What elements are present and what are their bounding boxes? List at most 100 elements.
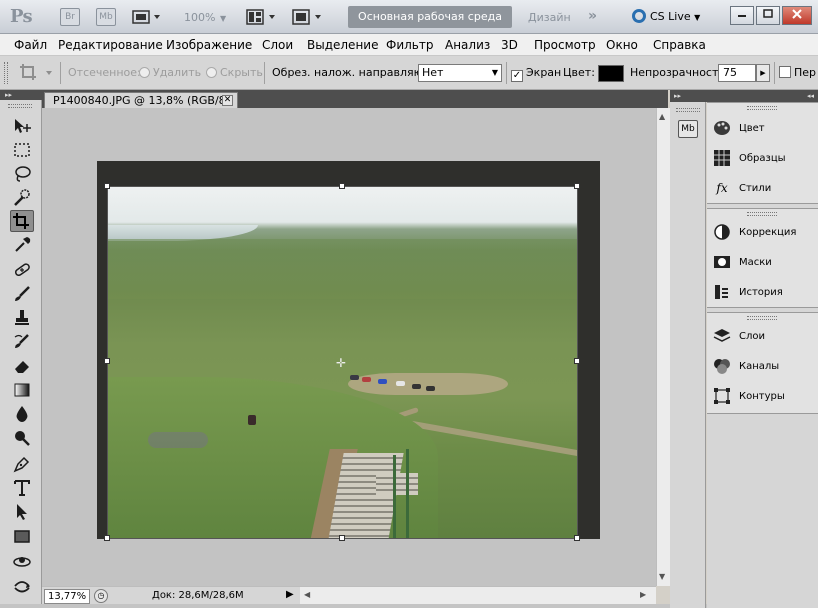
menu-3d[interactable]: 3D (501, 38, 518, 52)
horizontal-scrollbar[interactable]: ◀ ▶ (300, 586, 656, 604)
lasso-tool[interactable] (10, 164, 34, 186)
panel-masks-button[interactable]: Маски (713, 251, 817, 275)
options-bar-grip[interactable] (4, 62, 8, 84)
zoom-level[interactable]: 100% (184, 11, 215, 24)
type-tool[interactable] (10, 478, 34, 500)
scroll-down-icon[interactable]: ▼ (659, 572, 665, 581)
mini-bridge-panel-button[interactable]: Mb (678, 120, 698, 138)
photo-railing (393, 455, 396, 538)
zoom-dropdown-icon[interactable]: ▼ (220, 14, 226, 23)
crop-handle-top[interactable] (339, 183, 345, 189)
hide-radio[interactable]: Скрыть (206, 66, 263, 79)
opacity-slider-button[interactable]: ▶ (756, 64, 770, 82)
panel-group-grip[interactable] (747, 212, 777, 216)
launch-bridge-button[interactable]: Br (60, 8, 80, 26)
shape-tool[interactable] (10, 526, 34, 548)
close-window-button[interactable] (782, 6, 812, 25)
overlay-select[interactable]: Нет ▼ (418, 64, 502, 82)
menu-window[interactable]: Окно (606, 38, 638, 52)
tool-preset-picker[interactable] (18, 62, 58, 87)
menu-select[interactable]: Выделение (307, 38, 378, 52)
maximize-button[interactable] (756, 6, 780, 25)
pen-tool[interactable] (10, 454, 34, 476)
menu-image[interactable]: Изображение (166, 38, 252, 52)
history-brush-tool[interactable] (10, 332, 34, 354)
document-tab[interactable]: P1400840.JPG @ 13,8% (RGB/8) ✕ (44, 92, 238, 108)
3d-orbit-tool[interactable] (10, 576, 34, 598)
crop-handle-left[interactable] (104, 358, 110, 364)
crop-handle-bottom-left[interactable] (104, 535, 110, 541)
collapse-dock-icon[interactable]: ▸▸ (674, 90, 681, 102)
panel-channels-button[interactable]: Каналы (713, 355, 817, 379)
scroll-right-icon[interactable]: ▶ (640, 590, 646, 599)
eraser-tool[interactable] (10, 356, 34, 378)
status-menu-arrow-icon[interactable]: ▶ (286, 589, 294, 600)
panel-adjustments-button[interactable]: Коррекция (713, 221, 817, 245)
launch-mini-bridge-button[interactable]: Mb (96, 8, 116, 26)
panel-dock-header[interactable]: ▸▸ ◂◂ (670, 90, 818, 102)
healing-brush-tool[interactable] (10, 260, 34, 282)
gradient-tool[interactable] (10, 380, 34, 402)
expand-dock-icon[interactable]: ◂◂ (807, 90, 814, 102)
crop-handle-bottom-right[interactable] (574, 535, 580, 541)
crop-tool[interactable] (10, 210, 34, 232)
crop-handle-top-right[interactable] (574, 183, 580, 189)
shield-checkbox[interactable]: ✓ Экран (511, 66, 561, 82)
panel-swatches-button[interactable]: Образцы (713, 147, 817, 171)
status-zoom-input[interactable]: 13,77% (44, 589, 90, 604)
photo-people (248, 415, 256, 425)
menu-analysis[interactable]: Анализ (445, 38, 490, 52)
quick-selection-tool[interactable] (10, 188, 34, 210)
eyedropper-tool[interactable] (10, 234, 34, 256)
workspace-essentials-button[interactable]: Основная рабочая среда (348, 6, 512, 28)
3d-rotate-tool[interactable] (10, 552, 34, 574)
crop-handle-top-left[interactable] (104, 183, 110, 189)
perspective-checkbox[interactable]: Пер (779, 66, 816, 79)
blur-tool[interactable] (10, 404, 34, 426)
opacity-input[interactable]: 75 (718, 64, 756, 82)
panel-layers-button[interactable]: Слои (713, 325, 817, 349)
menu-view[interactable]: Просмотр (534, 38, 596, 52)
history-icon (713, 283, 731, 301)
panel-history-button[interactable]: История (713, 281, 817, 305)
adjustments-icon (713, 223, 731, 241)
clone-stamp-tool[interactable] (10, 308, 34, 330)
view-extras-button[interactable] (132, 9, 162, 25)
panel-paths-button[interactable]: Контуры (713, 385, 817, 409)
delete-radio[interactable]: Удалить (139, 66, 201, 79)
tools-panel-header[interactable]: ▸▸ (0, 90, 42, 100)
tools-panel-grip[interactable] (8, 104, 32, 108)
menu-file[interactable]: Файл (14, 38, 47, 52)
scroll-left-icon[interactable]: ◀ (304, 590, 310, 599)
screen-mode-button[interactable] (292, 9, 326, 25)
scroll-up-icon[interactable]: ▲ (659, 112, 665, 121)
close-document-button[interactable]: ✕ (222, 95, 233, 106)
panel-group-grip[interactable] (747, 106, 777, 110)
arrange-documents-button[interactable] (246, 9, 280, 25)
vertical-scrollbar[interactable]: ▲ ▼ (656, 108, 670, 586)
marquee-tool[interactable] (10, 140, 34, 162)
menu-help[interactable]: Справка (653, 38, 706, 52)
shielded-label: Отсеченное: (68, 66, 141, 79)
dock-grip[interactable] (676, 108, 700, 112)
application-bar: Ps Br Mb 100% ▼ Основная рабочая среда Д… (0, 0, 818, 34)
crop-handle-bottom[interactable] (339, 535, 345, 541)
workspace-design-button[interactable]: Дизайн (528, 11, 571, 24)
workspace-more-button[interactable]: » (588, 8, 597, 24)
panel-color-button[interactable]: Цвет (713, 117, 817, 141)
crop-center-icon[interactable]: ✛ (336, 356, 346, 370)
menu-filter[interactable]: Фильтр (386, 38, 433, 52)
cs-live-button[interactable]: CS Live ▼ (632, 9, 700, 23)
panel-styles-button[interactable]: fx Стили (713, 177, 817, 201)
panel-group-grip[interactable] (747, 316, 777, 320)
brush-tool[interactable] (10, 284, 34, 306)
shield-color-swatch[interactable] (598, 65, 624, 82)
path-selection-tool[interactable] (10, 502, 34, 524)
crop-handle-right[interactable] (574, 358, 580, 364)
move-tool[interactable] (10, 116, 34, 138)
minimize-button[interactable] (730, 6, 754, 25)
dodge-tool[interactable] (10, 428, 34, 450)
menu-edit[interactable]: Редактирование (58, 38, 163, 52)
status-zoom-icon[interactable]: ◷ (94, 589, 108, 603)
menu-layer[interactable]: Слои (262, 38, 293, 52)
